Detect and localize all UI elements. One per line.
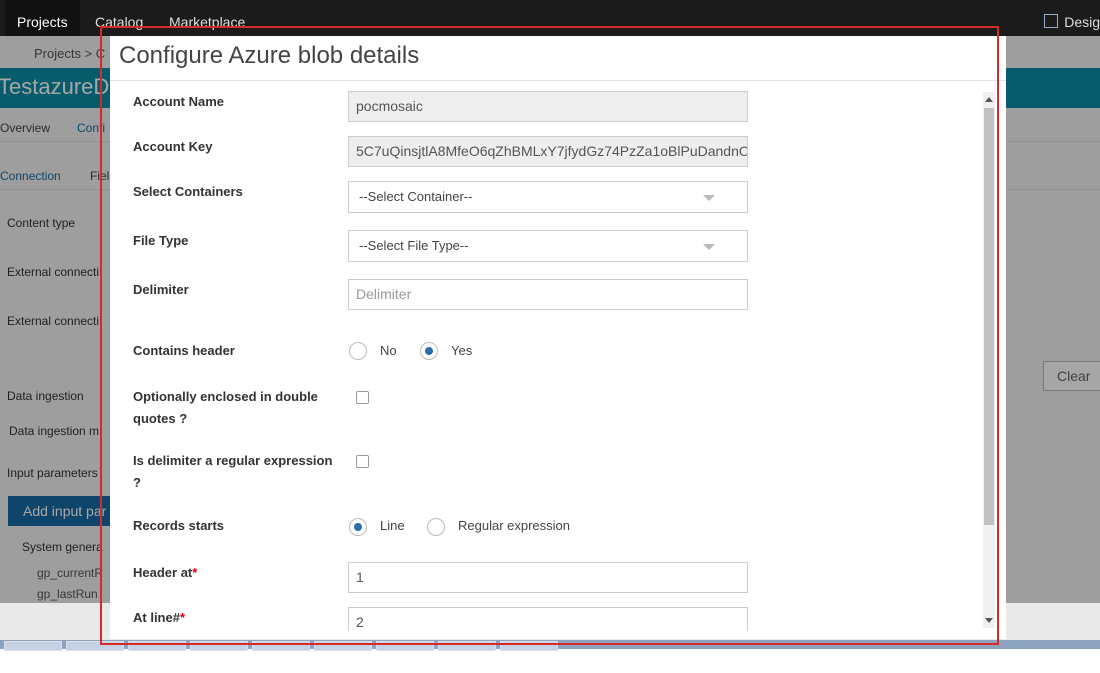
account-key-label: Account Key: [133, 139, 213, 154]
nav-tab-marketplace[interactable]: Marketplace: [169, 0, 245, 36]
modal-title: Configure Azure blob details: [119, 42, 420, 69]
taskbar-item[interactable]: [314, 641, 372, 651]
chevron-down-icon: [703, 195, 715, 201]
taskbar-item[interactable]: [190, 641, 248, 651]
configure-azure-blob-modal: Configure Azure blob details: [110, 36, 1006, 639]
header-at-label: Header at*: [133, 562, 197, 584]
nav-tab-catalog[interactable]: Catalog: [95, 0, 143, 36]
taskbar-item[interactable]: [252, 641, 310, 651]
account-name-label: Account Name: [133, 94, 225, 109]
chevron-down-icon: [703, 244, 715, 250]
taskbar-item[interactable]: [500, 641, 558, 651]
top-navigation: Projects Catalog Marketplace Desig: [0, 0, 1100, 36]
delimiter-regex-label-line1: Is delimiter a regular expression: [133, 453, 333, 468]
delimiter-regex-checkbox[interactable]: [356, 455, 369, 468]
select-containers-label: Select Containers: [133, 184, 243, 199]
delimiter-regex-label-line2: ?: [133, 475, 141, 490]
records-starts-line-label: Line: [380, 518, 405, 533]
required-marker: *: [179, 610, 186, 625]
nav-tab-projects[interactable]: Projects: [5, 0, 80, 36]
taskbar-item[interactable]: [438, 641, 496, 651]
account-key-input[interactable]: 5C7uQinsjtlA8MfeO6qZhBMLxY7jfydGz74PzZa1…: [348, 136, 748, 167]
at-line-label: At line#*: [133, 607, 185, 629]
delimiter-input[interactable]: Delimiter: [348, 279, 748, 310]
at-line-input[interactable]: 2: [348, 607, 748, 631]
account-name-input[interactable]: pocmosaic: [348, 91, 748, 122]
enclosed-checkbox[interactable]: [356, 391, 369, 404]
scroll-down-icon[interactable]: [985, 618, 993, 623]
records-starts-line-radio[interactable]: [349, 518, 367, 536]
header-at-text: Header at: [133, 565, 193, 580]
contains-header-yes-label: Yes: [451, 343, 473, 358]
enclosed-label-line2: quotes ?: [133, 411, 188, 426]
delimiter-regex-label: Is delimiter a regular expression ?: [133, 450, 332, 494]
contains-header-no-radio[interactable]: [349, 342, 367, 360]
design-label: Desig: [1064, 14, 1100, 30]
header-at-input[interactable]: 1: [348, 562, 748, 593]
taskbar-item[interactable]: [128, 641, 186, 651]
contains-header-label: Contains header: [133, 343, 235, 358]
modal-scrollbar[interactable]: [983, 92, 995, 628]
file-type-select[interactable]: --Select File Type--: [348, 230, 748, 262]
records-starts-regex-label: Regular expression: [458, 518, 571, 533]
required-marker: *: [192, 565, 198, 580]
taskbar-item[interactable]: [376, 641, 434, 651]
records-starts-regex-radio[interactable]: [427, 518, 445, 536]
scroll-up-icon[interactable]: [985, 97, 993, 102]
enclosed-label-line1: Optionally enclosed in double: [133, 389, 318, 404]
container-select-value: --Select Container--: [359, 189, 473, 204]
enclosed-label: Optionally enclosed in double quotes ?: [133, 386, 318, 430]
delimiter-placeholder: Delimiter: [356, 286, 412, 302]
scrollbar-thumb[interactable]: [984, 108, 994, 525]
modal-header-divider: [110, 80, 1006, 81]
contains-header-no-label: No: [380, 343, 397, 358]
file-type-select-value: --Select File Type--: [359, 238, 469, 253]
at-line-text: At line#: [133, 610, 180, 625]
records-starts-label: Records starts: [133, 518, 225, 533]
edit-icon: [1044, 14, 1059, 28]
taskbar-item[interactable]: [4, 641, 62, 651]
contains-header-yes-radio[interactable]: [420, 342, 438, 360]
delimiter-label: Delimiter: [133, 282, 189, 297]
taskbar-item[interactable]: [66, 641, 124, 651]
container-select[interactable]: --Select Container--: [348, 181, 748, 213]
file-type-label: File Type: [133, 233, 189, 248]
